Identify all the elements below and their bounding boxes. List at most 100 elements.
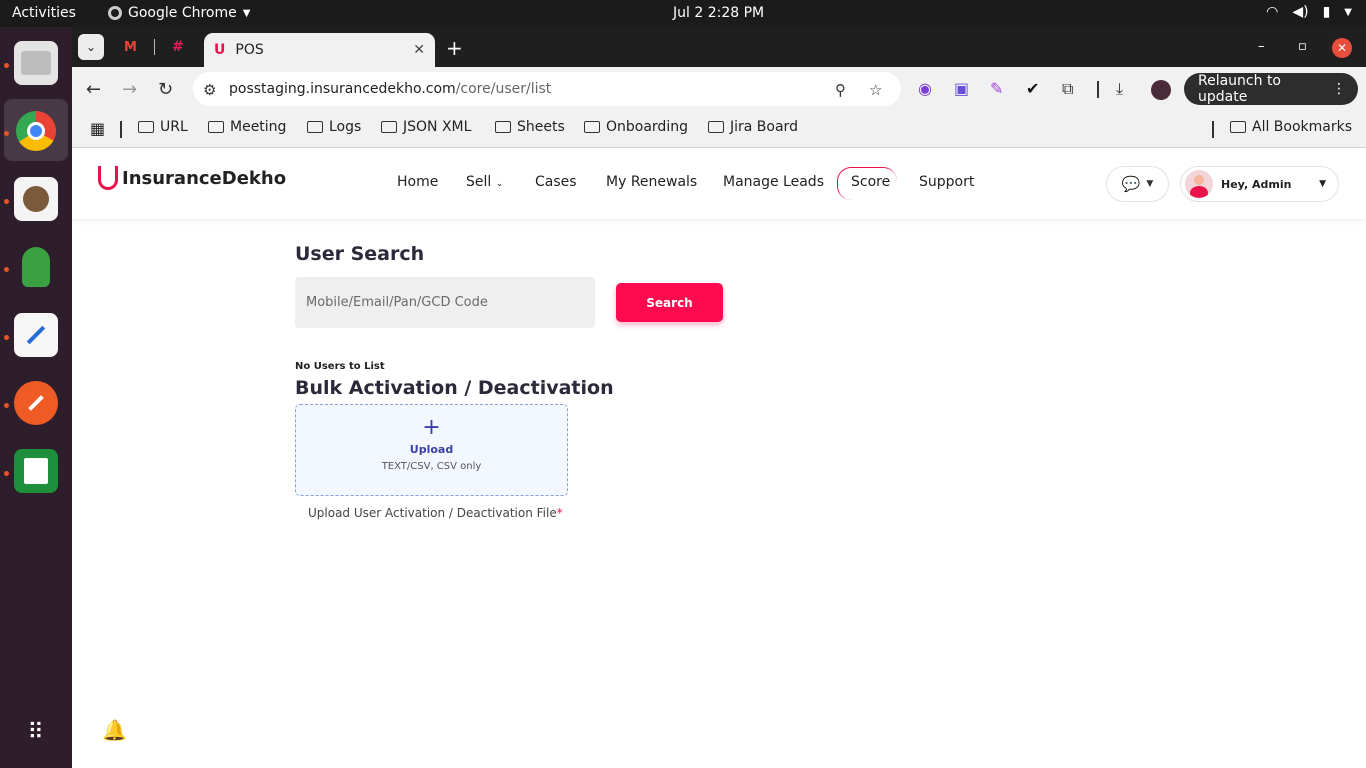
nav-support[interactable]: Support bbox=[919, 174, 974, 190]
profile-avatar[interactable] bbox=[1151, 80, 1171, 100]
required-marker: * bbox=[556, 506, 563, 520]
tab-pos[interactable]: U POS ✕ bbox=[204, 33, 435, 67]
upload-caption: Upload User Activation / Deactivation Fi… bbox=[308, 506, 563, 520]
folder-icon bbox=[584, 121, 600, 133]
site-info-icon[interactable]: ⚙ bbox=[203, 81, 216, 99]
system-tray[interactable]: ◠ ◀) ▮ ▼ bbox=[1266, 4, 1352, 20]
running-indicator bbox=[4, 267, 9, 272]
bookmark-meeting[interactable]: Meeting bbox=[208, 119, 286, 135]
gmail-tab-icon[interactable]: M bbox=[124, 40, 137, 55]
folder-icon bbox=[1230, 121, 1246, 133]
back-button[interactable]: ← bbox=[86, 79, 101, 100]
chrome-small-icon bbox=[108, 6, 122, 20]
app-menu[interactable]: Google Chrome ▼ bbox=[108, 5, 250, 21]
chrome-icon[interactable] bbox=[14, 109, 58, 153]
bookmark-star-icon[interactable]: ☆ bbox=[869, 81, 882, 99]
caret-down-icon: ▼ bbox=[1319, 179, 1326, 189]
bookmark-url[interactable]: URL bbox=[138, 119, 188, 135]
more-menu-icon[interactable]: ⋮ bbox=[1332, 81, 1346, 97]
tab-search-button[interactable]: ⌄ bbox=[78, 34, 104, 60]
insurancedekho-logo-icon bbox=[98, 166, 118, 190]
upload-label: Upload bbox=[409, 443, 454, 456]
url-path: /core/user/list bbox=[455, 81, 552, 97]
site-logo[interactable]: InsuranceDekho bbox=[98, 166, 286, 190]
running-indicator bbox=[4, 131, 9, 136]
bookmark-onboarding[interactable]: Onboarding bbox=[584, 119, 688, 135]
rocket-app-icon[interactable] bbox=[14, 245, 58, 289]
nav-my-renewals[interactable]: My Renewals bbox=[606, 174, 697, 190]
folder-icon bbox=[138, 121, 154, 133]
text-editor-icon[interactable] bbox=[14, 313, 58, 357]
minimize-button[interactable]: – bbox=[1258, 39, 1265, 54]
file-upload-dropzone[interactable]: + Upload TEXT/CSV, CSV only bbox=[295, 404, 568, 496]
chat-translate-icon: 💬 bbox=[1121, 175, 1141, 193]
tab-title: POS bbox=[235, 42, 264, 58]
slack-tab-icon[interactable]: # bbox=[172, 39, 184, 55]
url-host: posstaging.insurancedekho.com bbox=[229, 81, 456, 97]
bookmark-jira-board[interactable]: Jira Board bbox=[708, 119, 798, 135]
nav-home[interactable]: Home bbox=[397, 174, 438, 190]
system-top-bar: Activities Google Chrome ▼ Jul 2 2:28 PM… bbox=[0, 0, 1366, 27]
app-grid-icon[interactable]: ⠿ bbox=[14, 711, 58, 755]
battery-icon: ▮ bbox=[1322, 4, 1331, 20]
volume-icon: ◀) bbox=[1292, 4, 1309, 20]
user-search-input[interactable] bbox=[295, 277, 595, 328]
caret-down-icon: ▼ bbox=[242, 7, 251, 19]
language-chat-button[interactable]: 💬 ▼ bbox=[1106, 166, 1169, 202]
zoom-icon[interactable]: ⚲ bbox=[835, 81, 846, 99]
relaunch-button[interactable]: Relaunch to update ⋮ bbox=[1184, 73, 1358, 105]
new-tab-button[interactable]: + bbox=[446, 36, 463, 60]
postman-icon[interactable] bbox=[14, 381, 58, 425]
notification-bell-icon[interactable]: 🔔 bbox=[102, 718, 127, 742]
pen-extension-icon[interactable]: ✎ bbox=[990, 79, 1003, 98]
spreadsheet-icon[interactable] bbox=[14, 449, 58, 493]
folder-icon bbox=[208, 121, 224, 133]
color-extension-icon[interactable]: ◉ bbox=[918, 79, 932, 98]
dbeaver-icon[interactable] bbox=[14, 177, 58, 221]
empty-state-text: No Users to List bbox=[295, 361, 385, 372]
site-header: InsuranceDekho Home Sell ⌄ Cases My Rene… bbox=[72, 148, 1366, 219]
running-indicator bbox=[4, 63, 9, 68]
bookmark-separator bbox=[120, 121, 122, 138]
apps-grid-icon[interactable]: ▦ bbox=[90, 119, 105, 138]
dock: ⠿ bbox=[0, 27, 72, 768]
user-search-title: User Search bbox=[295, 243, 425, 265]
check-extension-icon[interactable]: ✔ bbox=[1026, 79, 1039, 98]
close-tab-icon[interactable]: ✕ bbox=[413, 42, 425, 58]
bookmark-separator bbox=[1212, 121, 1214, 138]
files-icon[interactable] bbox=[14, 41, 58, 85]
user-menu-button[interactable]: Hey, Admin ▼ bbox=[1180, 166, 1339, 202]
nav-score[interactable]: Score bbox=[851, 174, 890, 190]
nav-cases[interactable]: Cases bbox=[535, 174, 577, 190]
clock[interactable]: Jul 2 2:28 PM bbox=[673, 5, 764, 21]
extensions-puzzle-icon[interactable]: ⧉ bbox=[1062, 79, 1073, 99]
pos-favicon-icon: U bbox=[214, 42, 226, 58]
address-bar[interactable]: ⚙ posstaging.insurancedekho.com/core/use… bbox=[193, 72, 901, 106]
nav-manage-leads[interactable]: Manage Leads bbox=[723, 174, 824, 190]
caret-down-icon: ▼ bbox=[1344, 6, 1352, 18]
maximize-button[interactable]: ▫ bbox=[1298, 39, 1307, 54]
activities-button[interactable]: Activities bbox=[12, 5, 76, 21]
user-greeting: Hey, Admin bbox=[1221, 177, 1292, 191]
tab-separator bbox=[154, 39, 155, 55]
folder-icon bbox=[495, 121, 511, 133]
relaunch-label: Relaunch to update bbox=[1198, 73, 1282, 105]
folder-icon bbox=[708, 121, 724, 133]
downloads-icon[interactable]: ⤓ bbox=[1116, 79, 1123, 99]
reload-button[interactable]: ↻ bbox=[158, 79, 173, 100]
bookmark-logs[interactable]: Logs bbox=[307, 119, 361, 135]
bookmark-sheets[interactable]: Sheets bbox=[495, 119, 565, 135]
forward-button[interactable]: → bbox=[122, 79, 137, 100]
folder-icon bbox=[381, 121, 397, 133]
bookmarks-bar: ▦ URL Meeting Logs JSON XML Sheets Onboa… bbox=[72, 112, 1366, 148]
all-bookmarks[interactable]: All Bookmarks bbox=[1230, 119, 1352, 135]
bookmark-json-xml[interactable]: JSON XML bbox=[381, 119, 471, 135]
running-indicator bbox=[4, 199, 9, 204]
running-indicator bbox=[4, 403, 9, 408]
window-close-button[interactable]: ✕ bbox=[1332, 38, 1352, 58]
browser-toolbar: ← → ↻ ⚙ posstaging.insurancedekho.com/co… bbox=[72, 67, 1366, 112]
nav-sell[interactable]: Sell ⌄ bbox=[466, 174, 503, 190]
avatar bbox=[1185, 170, 1213, 198]
search-button[interactable]: Search bbox=[616, 283, 723, 322]
screen-record-extension-icon[interactable]: ▣ bbox=[954, 79, 969, 98]
